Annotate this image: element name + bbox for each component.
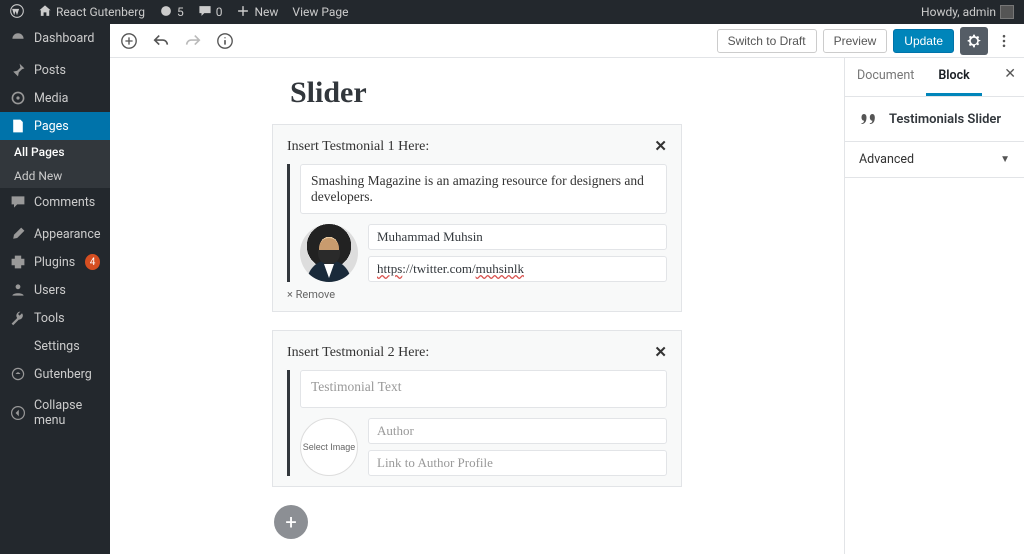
comments-link[interactable]: 0 <box>198 4 223 21</box>
menu-tools[interactable]: Tools <box>0 304 110 332</box>
site-name-text: React Gutenberg <box>56 5 145 19</box>
menu-plugins-label: Plugins <box>34 255 75 270</box>
editor-sidebar: Document Block ✕ Testimonials Slider Adv… <box>844 58 1024 554</box>
link-prefix: https <box>377 261 402 276</box>
testimonial-text-input-1[interactable]: Smashing Magazine is an amazing resource… <box>300 164 667 214</box>
link-mid: ://twitter.com/ <box>402 261 475 276</box>
author-input-1[interactable]: Muhammad Muhsin <box>368 224 667 250</box>
remove-testimonial-1[interactable]: × Remove <box>287 288 667 301</box>
testimonial-avatar-1[interactable] <box>300 224 358 282</box>
comments-count: 0 <box>216 5 223 19</box>
close-icon[interactable]: ✕ <box>654 343 667 362</box>
more-menu-button[interactable] <box>994 27 1014 55</box>
menu-comments[interactable]: Comments <box>0 188 110 216</box>
menu-media[interactable]: Media <box>0 84 110 112</box>
block-info: Testimonials Slider <box>845 97 1024 142</box>
testimonial-header-1: Insert Testmonial 1 Here: <box>287 139 429 155</box>
preview-button[interactable]: Preview <box>823 29 888 53</box>
switch-draft-button[interactable]: Switch to Draft <box>717 29 817 53</box>
menu-dashboard-label: Dashboard <box>34 31 94 46</box>
view-page-link[interactable]: View Page <box>292 5 348 19</box>
users-icon <box>10 282 26 298</box>
comments-icon <box>10 194 26 210</box>
menu-dashboard[interactable]: Dashboard <box>0 24 110 52</box>
update-button[interactable]: Update <box>893 29 954 53</box>
menu-settings[interactable]: Settings <box>0 332 110 360</box>
link-input-1[interactable]: https://twitter.com/muhsinlk <box>368 256 667 282</box>
menu-gutenberg-label: Gutenberg <box>34 367 92 382</box>
testimonial-header-2: Insert Testmonial 2 Here: <box>287 345 429 361</box>
link-handle: muhsinlk <box>476 261 524 276</box>
select-image-button-2[interactable]: Select Image <box>300 418 358 476</box>
gutenberg-icon <box>10 366 26 382</box>
avatar <box>1000 5 1014 19</box>
block-name: Testimonials Slider <box>889 112 1001 127</box>
close-icon[interactable]: ✕ <box>654 137 667 156</box>
submenu-add-new[interactable]: Add New <box>0 164 110 188</box>
editor-canvas[interactable]: Slider Insert Testmonial 1 Here: ✕ Smash… <box>110 58 844 554</box>
tools-icon <box>10 310 26 326</box>
link-input-2[interactable]: Link to Author Profile <box>368 450 667 476</box>
redo-button[interactable] <box>184 32 202 50</box>
menu-users[interactable]: Users <box>0 276 110 304</box>
add-block-button[interactable] <box>120 32 138 50</box>
testimonial-card-2: Insert Testmonial 2 Here: ✕ Testimonial … <box>272 330 682 487</box>
site-name-link[interactable]: React Gutenberg <box>38 4 145 21</box>
menu-appearance[interactable]: Appearance <box>0 220 110 248</box>
panel-advanced-label: Advanced <box>859 152 914 167</box>
menu-collapse[interactable]: Collapse menu <box>0 392 110 434</box>
quote-icon <box>859 109 879 129</box>
submenu-all-pages[interactable]: All Pages <box>0 140 110 164</box>
menu-appearance-label: Appearance <box>34 227 101 242</box>
editor: Switch to Draft Preview Update Slider In… <box>110 24 1024 554</box>
panel-advanced[interactable]: Advanced ▼ <box>845 142 1024 178</box>
menu-posts[interactable]: Posts <box>0 56 110 84</box>
menu-collapse-label: Collapse menu <box>34 398 100 428</box>
tab-document[interactable]: Document <box>845 58 926 96</box>
howdy-text: Howdy, admin <box>921 5 996 19</box>
chevron-down-icon: ▼ <box>1000 154 1010 165</box>
updates-link[interactable]: 5 <box>159 4 184 21</box>
media-icon <box>10 90 26 106</box>
howdy-link[interactable]: Howdy, admin <box>921 5 1014 19</box>
menu-pages-label: Pages <box>34 119 69 134</box>
undo-button[interactable] <box>152 32 170 50</box>
menu-tools-label: Tools <box>34 311 65 326</box>
testimonials-slider-block: Insert Testmonial 1 Here: ✕ Smashing Mag… <box>272 124 682 539</box>
brush-icon <box>10 226 26 242</box>
testimonial-card-1: Insert Testmonial 1 Here: ✕ Smashing Mag… <box>272 124 682 312</box>
sidebar-close-icon[interactable]: ✕ <box>1004 66 1016 82</box>
pages-submenu: All Pages Add New <box>0 140 110 188</box>
new-label: New <box>254 5 278 19</box>
page-title[interactable]: Slider <box>290 76 814 110</box>
view-label: View Page <box>292 5 348 19</box>
menu-pages[interactable]: Pages <box>0 112 110 140</box>
plugin-icon <box>10 254 26 270</box>
add-testimonial-button[interactable]: + <box>274 505 308 539</box>
menu-posts-label: Posts <box>34 63 66 78</box>
adminbar: React Gutenberg 5 0 New View Page Howdy,… <box>0 0 1024 24</box>
new-link[interactable]: New <box>236 4 278 21</box>
dashboard-icon <box>10 30 26 46</box>
author-input-2[interactable]: Author <box>368 418 667 444</box>
wp-logo[interactable] <box>10 4 24 21</box>
testimonial-text-input-2[interactable]: Testimonial Text <box>300 370 667 408</box>
settings-icon <box>10 338 26 354</box>
updates-count: 5 <box>177 5 184 19</box>
menu-users-label: Users <box>34 283 66 298</box>
adminmenu: Dashboard Posts Media Pages All Pages Ad… <box>0 24 110 554</box>
menu-gutenberg[interactable]: Gutenberg <box>0 360 110 388</box>
tab-block[interactable]: Block <box>926 58 981 96</box>
page-icon <box>10 118 26 134</box>
menu-settings-label: Settings <box>34 339 80 354</box>
plugins-update-badge: 4 <box>85 254 100 270</box>
menu-plugins[interactable]: Plugins 4 <box>0 248 110 276</box>
pin-icon <box>10 62 26 78</box>
menu-comments-label: Comments <box>34 195 95 210</box>
menu-media-label: Media <box>34 91 68 106</box>
info-button[interactable] <box>216 32 234 50</box>
collapse-icon <box>10 405 26 421</box>
settings-toggle-button[interactable] <box>960 27 988 55</box>
editor-topbar: Switch to Draft Preview Update <box>110 24 1024 58</box>
